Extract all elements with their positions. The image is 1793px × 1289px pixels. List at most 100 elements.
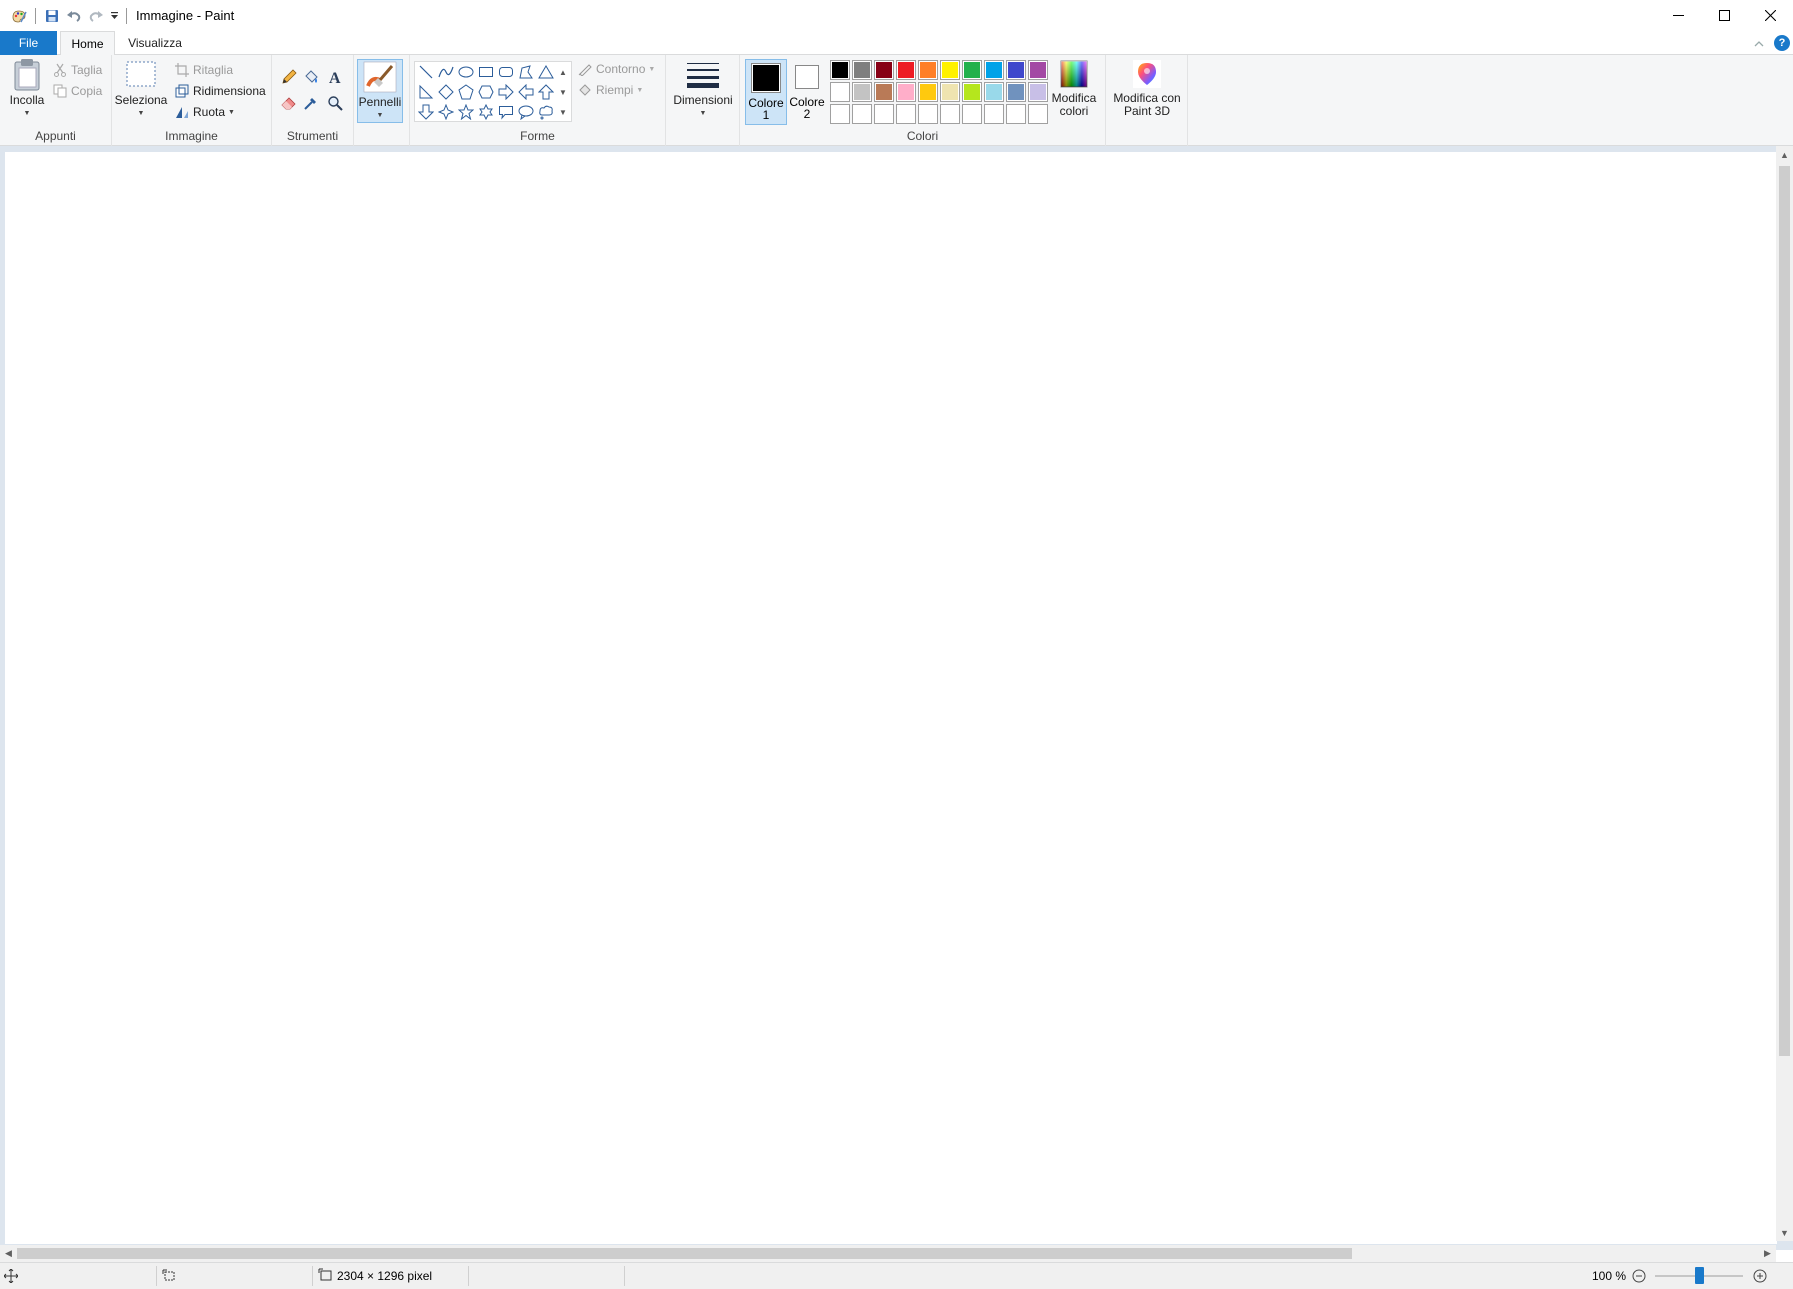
palette-custom-empty-swatch[interactable] [1028, 104, 1048, 124]
select-button[interactable]: Seleziona ▼ [115, 57, 167, 120]
rotate-dropdown-icon[interactable]: ▼ [228, 109, 235, 116]
four-point-star-shape-icon[interactable] [436, 102, 456, 122]
palette-color-swatch[interactable] [852, 82, 872, 102]
undo-icon[interactable] [63, 5, 85, 27]
scroll-left-icon[interactable]: ◀ [0, 1245, 17, 1262]
customize-qat-icon[interactable] [107, 5, 121, 27]
shapes-scroll-up-icon[interactable]: ▲ [556, 62, 570, 82]
palette-color-swatch[interactable] [1006, 60, 1026, 80]
palette-color-swatch[interactable] [984, 60, 1004, 80]
palette-color-swatch[interactable] [1028, 60, 1048, 80]
diamond-shape-icon[interactable] [436, 82, 456, 102]
palette-color-swatch[interactable] [896, 60, 916, 80]
palette-custom-empty-swatch[interactable] [918, 104, 938, 124]
palette-color-swatch[interactable] [852, 60, 872, 80]
vertical-scrollbar[interactable]: ▲ ▼ [1776, 146, 1793, 1241]
cloud-callout-shape-icon[interactable] [536, 102, 556, 122]
horizontal-scrollbar[interactable]: ◀ ▶ [0, 1245, 1776, 1262]
palette-color-swatch[interactable] [940, 82, 960, 102]
size-dropdown-icon[interactable]: ▼ [700, 107, 707, 120]
pentagon-shape-icon[interactable] [456, 82, 476, 102]
zoom-in-icon[interactable] [1753, 1263, 1767, 1289]
close-button[interactable] [1747, 0, 1793, 31]
copy-button[interactable]: Copia [52, 83, 102, 99]
palette-color-swatch[interactable] [962, 60, 982, 80]
palette-color-swatch[interactable] [896, 82, 916, 102]
down-arrow-shape-icon[interactable] [416, 102, 436, 122]
oval-shape-icon[interactable] [456, 62, 476, 82]
fill-bucket-icon[interactable] [300, 66, 322, 88]
shapes-scroll-down-icon[interactable]: ▼ [556, 82, 570, 102]
zoom-out-icon[interactable] [1632, 1263, 1646, 1289]
vertical-scroll-thumb[interactable] [1779, 166, 1790, 1056]
minimize-button[interactable] [1655, 0, 1701, 31]
edit-with-paint3d-button[interactable]: Modifica con Paint 3D [1108, 59, 1186, 118]
paint-app-icon[interactable] [8, 5, 30, 27]
zoom-slider-thumb[interactable] [1695, 1267, 1704, 1284]
left-arrow-shape-icon[interactable] [516, 82, 536, 102]
palette-custom-empty-swatch[interactable] [984, 104, 1004, 124]
text-tool-icon[interactable]: A [324, 66, 346, 88]
fill-button[interactable]: Riempi ▼ [577, 82, 643, 98]
pencil-icon[interactable] [278, 66, 300, 88]
collapse-ribbon-icon[interactable] [1754, 36, 1764, 50]
eraser-icon[interactable] [278, 92, 300, 114]
rotate-button[interactable]: Ruota ▼ [174, 104, 235, 120]
palette-custom-empty-swatch[interactable] [874, 104, 894, 124]
scroll-right-icon[interactable]: ▶ [1759, 1245, 1776, 1262]
magnifier-icon[interactable] [324, 92, 346, 114]
palette-custom-empty-swatch[interactable] [940, 104, 960, 124]
six-point-star-shape-icon[interactable] [476, 102, 496, 122]
palette-color-swatch[interactable] [830, 82, 850, 102]
resize-button[interactable]: Ridimensiona [174, 83, 266, 99]
tab-file[interactable]: File [0, 31, 57, 55]
palette-color-swatch[interactable] [984, 82, 1004, 102]
rounded-rectangle-shape-icon[interactable] [496, 62, 516, 82]
palette-custom-empty-swatch[interactable] [962, 104, 982, 124]
palette-color-swatch[interactable] [962, 82, 982, 102]
palette-color-swatch[interactable] [918, 82, 938, 102]
shapes-expand-icon[interactable]: ▼ [556, 102, 570, 122]
brushes-dropdown-icon[interactable]: ▼ [377, 109, 384, 122]
palette-color-swatch[interactable] [874, 82, 894, 102]
palette-custom-empty-swatch[interactable] [830, 104, 850, 124]
palette-color-swatch[interactable] [830, 60, 850, 80]
color2-button[interactable]: Colore 2 [786, 59, 828, 125]
palette-color-swatch[interactable] [1028, 82, 1048, 102]
edit-colors-button[interactable]: Modifica colori [1048, 59, 1100, 118]
scroll-down-icon[interactable]: ▼ [1776, 1224, 1793, 1241]
fill-dropdown-icon[interactable]: ▼ [636, 87, 643, 94]
crop-button[interactable]: Ritaglia [174, 62, 233, 78]
paste-button[interactable]: Incolla ▼ [6, 57, 48, 120]
outline-button[interactable]: Contorno ▼ [577, 61, 655, 77]
tab-view[interactable]: Visualizza [118, 31, 192, 55]
outline-dropdown-icon[interactable]: ▼ [648, 66, 655, 73]
rectangle-shape-icon[interactable] [476, 62, 496, 82]
palette-custom-empty-swatch[interactable] [852, 104, 872, 124]
maximize-button[interactable] [1701, 0, 1747, 31]
curve-shape-icon[interactable] [436, 62, 456, 82]
scroll-up-icon[interactable]: ▲ [1776, 146, 1793, 163]
rect-callout-shape-icon[interactable] [496, 102, 516, 122]
paste-dropdown-icon[interactable]: ▼ [24, 107, 31, 120]
palette-color-swatch[interactable] [940, 60, 960, 80]
oval-callout-shape-icon[interactable] [516, 102, 536, 122]
line-shape-icon[interactable] [416, 62, 436, 82]
palette-custom-empty-swatch[interactable] [896, 104, 916, 124]
brushes-button[interactable]: Pennelli ▼ [357, 59, 403, 123]
five-point-star-shape-icon[interactable] [456, 102, 476, 122]
palette-color-swatch[interactable] [1006, 82, 1026, 102]
palette-color-swatch[interactable] [874, 60, 894, 80]
cut-button[interactable]: Taglia [52, 62, 102, 78]
polygon-shape-icon[interactable] [516, 62, 536, 82]
drawing-canvas[interactable] [5, 152, 1777, 1244]
tab-home[interactable]: Home [60, 31, 115, 56]
redo-icon[interactable] [85, 5, 107, 27]
right-arrow-shape-icon[interactable] [496, 82, 516, 102]
palette-custom-empty-swatch[interactable] [1006, 104, 1026, 124]
color-picker-icon[interactable] [300, 92, 322, 114]
color1-button[interactable]: Colore 1 [745, 59, 787, 125]
size-button[interactable]: Dimensioni ▼ [670, 59, 736, 120]
palette-color-swatch[interactable] [918, 60, 938, 80]
horizontal-scroll-thumb[interactable] [17, 1248, 1352, 1259]
